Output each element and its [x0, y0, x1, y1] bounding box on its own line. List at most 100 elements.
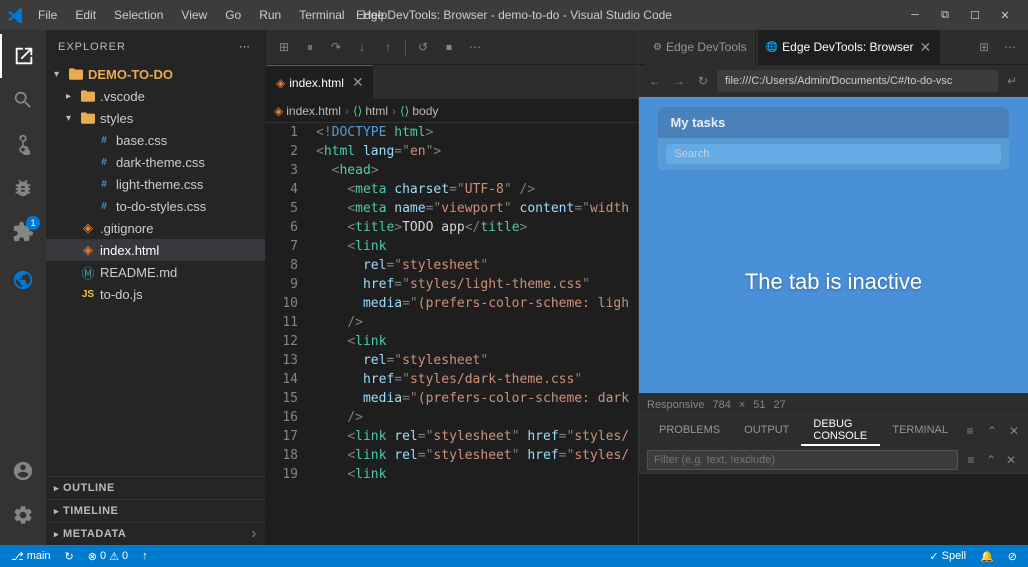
- code-line: href="styles/dark-theme.css": [316, 370, 630, 389]
- edge-tab-favicon: ⚙: [653, 42, 662, 53]
- tab-output[interactable]: OUTPUT: [732, 416, 801, 446]
- editor-tab-index-html[interactable]: ◈ index.html ✕: [266, 65, 373, 100]
- html-tab-icon: ◈: [276, 76, 285, 90]
- code-line: media="(prefers-color-scheme: ligh: [316, 294, 630, 313]
- status-spell[interactable]: ✓ Spell: [926, 550, 969, 563]
- filter-expand-button[interactable]: ⌃: [982, 451, 1000, 469]
- restart-button[interactable]: ↺: [411, 35, 435, 59]
- stop-button[interactable]: ⏹: [437, 35, 461, 59]
- outline-header[interactable]: ▸ OUTLINE: [46, 477, 265, 499]
- file-tree: ▾ DEMO-TO-DO ▸ .vscode ▾ styles: [46, 63, 265, 476]
- browser-tab-label: Edge DevTools: Browser: [782, 40, 913, 54]
- address-bar[interactable]: file:///C:/Users/Admin/Documents/C#/to-d…: [717, 70, 998, 92]
- pause-button[interactable]: ⏸: [298, 35, 322, 59]
- status-notifications[interactable]: 🔔: [977, 550, 997, 563]
- activity-settings-icon[interactable]: [0, 493, 46, 537]
- browser-zoom: 27: [774, 399, 786, 411]
- browser-refresh-button[interactable]: ↻: [693, 71, 713, 91]
- activity-accounts-icon[interactable]: [0, 449, 46, 493]
- tree-todo-styles-css[interactable]: ▸ # to-do-styles.css: [46, 195, 265, 217]
- activity-edge-icon[interactable]: [0, 258, 46, 302]
- step-into-button[interactable]: ↓: [350, 35, 374, 59]
- menu-view[interactable]: View: [173, 6, 215, 24]
- tree-vscode-folder[interactable]: ▸ .vscode: [46, 85, 265, 107]
- dark-theme-label: dark-theme.css: [116, 155, 205, 170]
- warning-icon: ⚠: [109, 550, 119, 563]
- filter-clear-button[interactable]: ≡: [962, 451, 980, 469]
- breadcrumb-body[interactable]: ⟨⟩ body: [400, 104, 438, 118]
- folder-icon: [80, 110, 96, 126]
- tree-gitignore[interactable]: ▸ ◈ .gitignore: [46, 217, 265, 239]
- activity-debug-icon[interactable]: [0, 166, 46, 210]
- todo-js-label: to-do.js: [100, 287, 143, 302]
- tree-root-folder[interactable]: ▾ DEMO-TO-DO: [46, 63, 265, 85]
- timeline-header[interactable]: ▸ TIMELINE: [46, 500, 265, 522]
- gitignore-label: .gitignore: [100, 221, 153, 236]
- title-bar: File Edit Selection View Go Run Terminal…: [0, 0, 1028, 30]
- timeline-arrow-icon: ▸: [54, 506, 59, 517]
- tab-close-button[interactable]: ✕: [352, 74, 364, 91]
- status-branch[interactable]: ⎇ main: [8, 550, 54, 563]
- tab-problems[interactable]: PROBLEMS: [647, 416, 732, 446]
- restore-button[interactable]: ⧉: [930, 0, 960, 30]
- devtools-tab-browser[interactable]: 🌐 Edge DevTools: Browser ✕: [758, 30, 941, 65]
- panel-action-lines-icon[interactable]: ≡: [960, 421, 980, 441]
- maximize-button[interactable]: ☐: [960, 0, 990, 30]
- menu-selection[interactable]: Selection: [106, 6, 171, 24]
- tree-index-html[interactable]: ▸ ◈ index.html: [46, 239, 265, 261]
- activity-source-control-icon[interactable]: [0, 122, 46, 166]
- minimize-button[interactable]: ─: [900, 0, 930, 30]
- activity-search-icon[interactable]: [0, 78, 46, 122]
- split-editor-button[interactable]: ⊞: [272, 35, 296, 59]
- metadata-arrow-icon: ▸: [54, 529, 59, 540]
- menu-edit[interactable]: Edit: [67, 6, 104, 24]
- tree-light-theme-css[interactable]: ▸ # light-theme.css: [46, 173, 265, 195]
- browser-tab-close-button[interactable]: ✕: [920, 39, 932, 56]
- more-button[interactable]: ⋯: [463, 35, 487, 59]
- tree-readme[interactable]: ▸ Ⓜ README.md: [46, 261, 265, 283]
- browser-forward-button[interactable]: →: [669, 71, 689, 91]
- live-share-icon: ↑: [142, 550, 148, 562]
- filter-input[interactable]: [647, 450, 958, 470]
- menu-terminal[interactable]: Terminal: [291, 6, 352, 24]
- root-folder-label: DEMO-TO-DO: [88, 67, 173, 82]
- status-sync[interactable]: ↻: [62, 550, 77, 563]
- metadata-section: ▸ METADATA ›: [46, 522, 265, 545]
- status-live-share[interactable]: ↑: [139, 550, 151, 562]
- main-area: 1 EXPLORER ⋯ ▾: [0, 30, 1028, 545]
- panel-close-button[interactable]: ✕: [1004, 421, 1024, 441]
- styles-folder-label: styles: [100, 111, 133, 126]
- browser-back-button[interactable]: ←: [645, 71, 665, 91]
- breadcrumb-file[interactable]: ◈ index.html: [274, 104, 341, 118]
- tree-base-css[interactable]: ▸ # base.css: [46, 129, 265, 151]
- menu-run[interactable]: Run: [251, 6, 289, 24]
- close-button[interactable]: ✕: [990, 0, 1020, 30]
- filter-close-button[interactable]: ✕: [1002, 451, 1020, 469]
- panel-expand-button[interactable]: ⌃: [982, 421, 1002, 441]
- devtools-tab-edge[interactable]: ⚙ Edge DevTools: [645, 30, 756, 65]
- activity-explorer-icon[interactable]: [0, 34, 46, 78]
- window-title: Edge DevTools: Browser - demo-to-do - Vi…: [356, 8, 672, 22]
- devtools-more-button[interactable]: ⋯: [998, 35, 1022, 59]
- tree-todo-js[interactable]: ▸ JS to-do.js: [46, 283, 265, 305]
- new-file-button[interactable]: ⋯: [237, 38, 253, 55]
- devtools-layout-button[interactable]: ⊞: [972, 35, 996, 59]
- step-out-button[interactable]: ↑: [376, 35, 400, 59]
- activity-extensions-icon[interactable]: 1: [0, 210, 46, 254]
- tab-debug-console[interactable]: DEBUG CONSOLE: [801, 416, 880, 446]
- status-no-problems[interactable]: ⊘: [1005, 550, 1020, 563]
- metadata-header[interactable]: ▸ METADATA ›: [46, 523, 265, 545]
- tree-styles-folder[interactable]: ▾ styles: [46, 107, 265, 129]
- menu-go[interactable]: Go: [217, 6, 249, 24]
- code-editor[interactable]: <!DOCTYPE html> <html lang="en"> <head> …: [308, 123, 638, 545]
- tree-dark-theme-css[interactable]: ▸ # dark-theme.css: [46, 151, 265, 173]
- tab-terminal[interactable]: TERMINAL: [880, 416, 960, 446]
- breadcrumb-html[interactable]: ⟨⟩ html: [353, 104, 388, 118]
- vscode-logo-icon: [8, 7, 24, 23]
- bottom-tabs-bar: PROBLEMS OUTPUT DEBUG CONSOLE TERMINAL ≡…: [639, 416, 1028, 446]
- menu-file[interactable]: File: [30, 6, 65, 24]
- breadcrumb-html-label: html: [365, 104, 388, 118]
- status-errors[interactable]: ⊗ 0 ⚠ 0: [85, 550, 131, 563]
- step-over-button[interactable]: ↷: [324, 35, 348, 59]
- address-go-button[interactable]: ↵: [1002, 71, 1022, 91]
